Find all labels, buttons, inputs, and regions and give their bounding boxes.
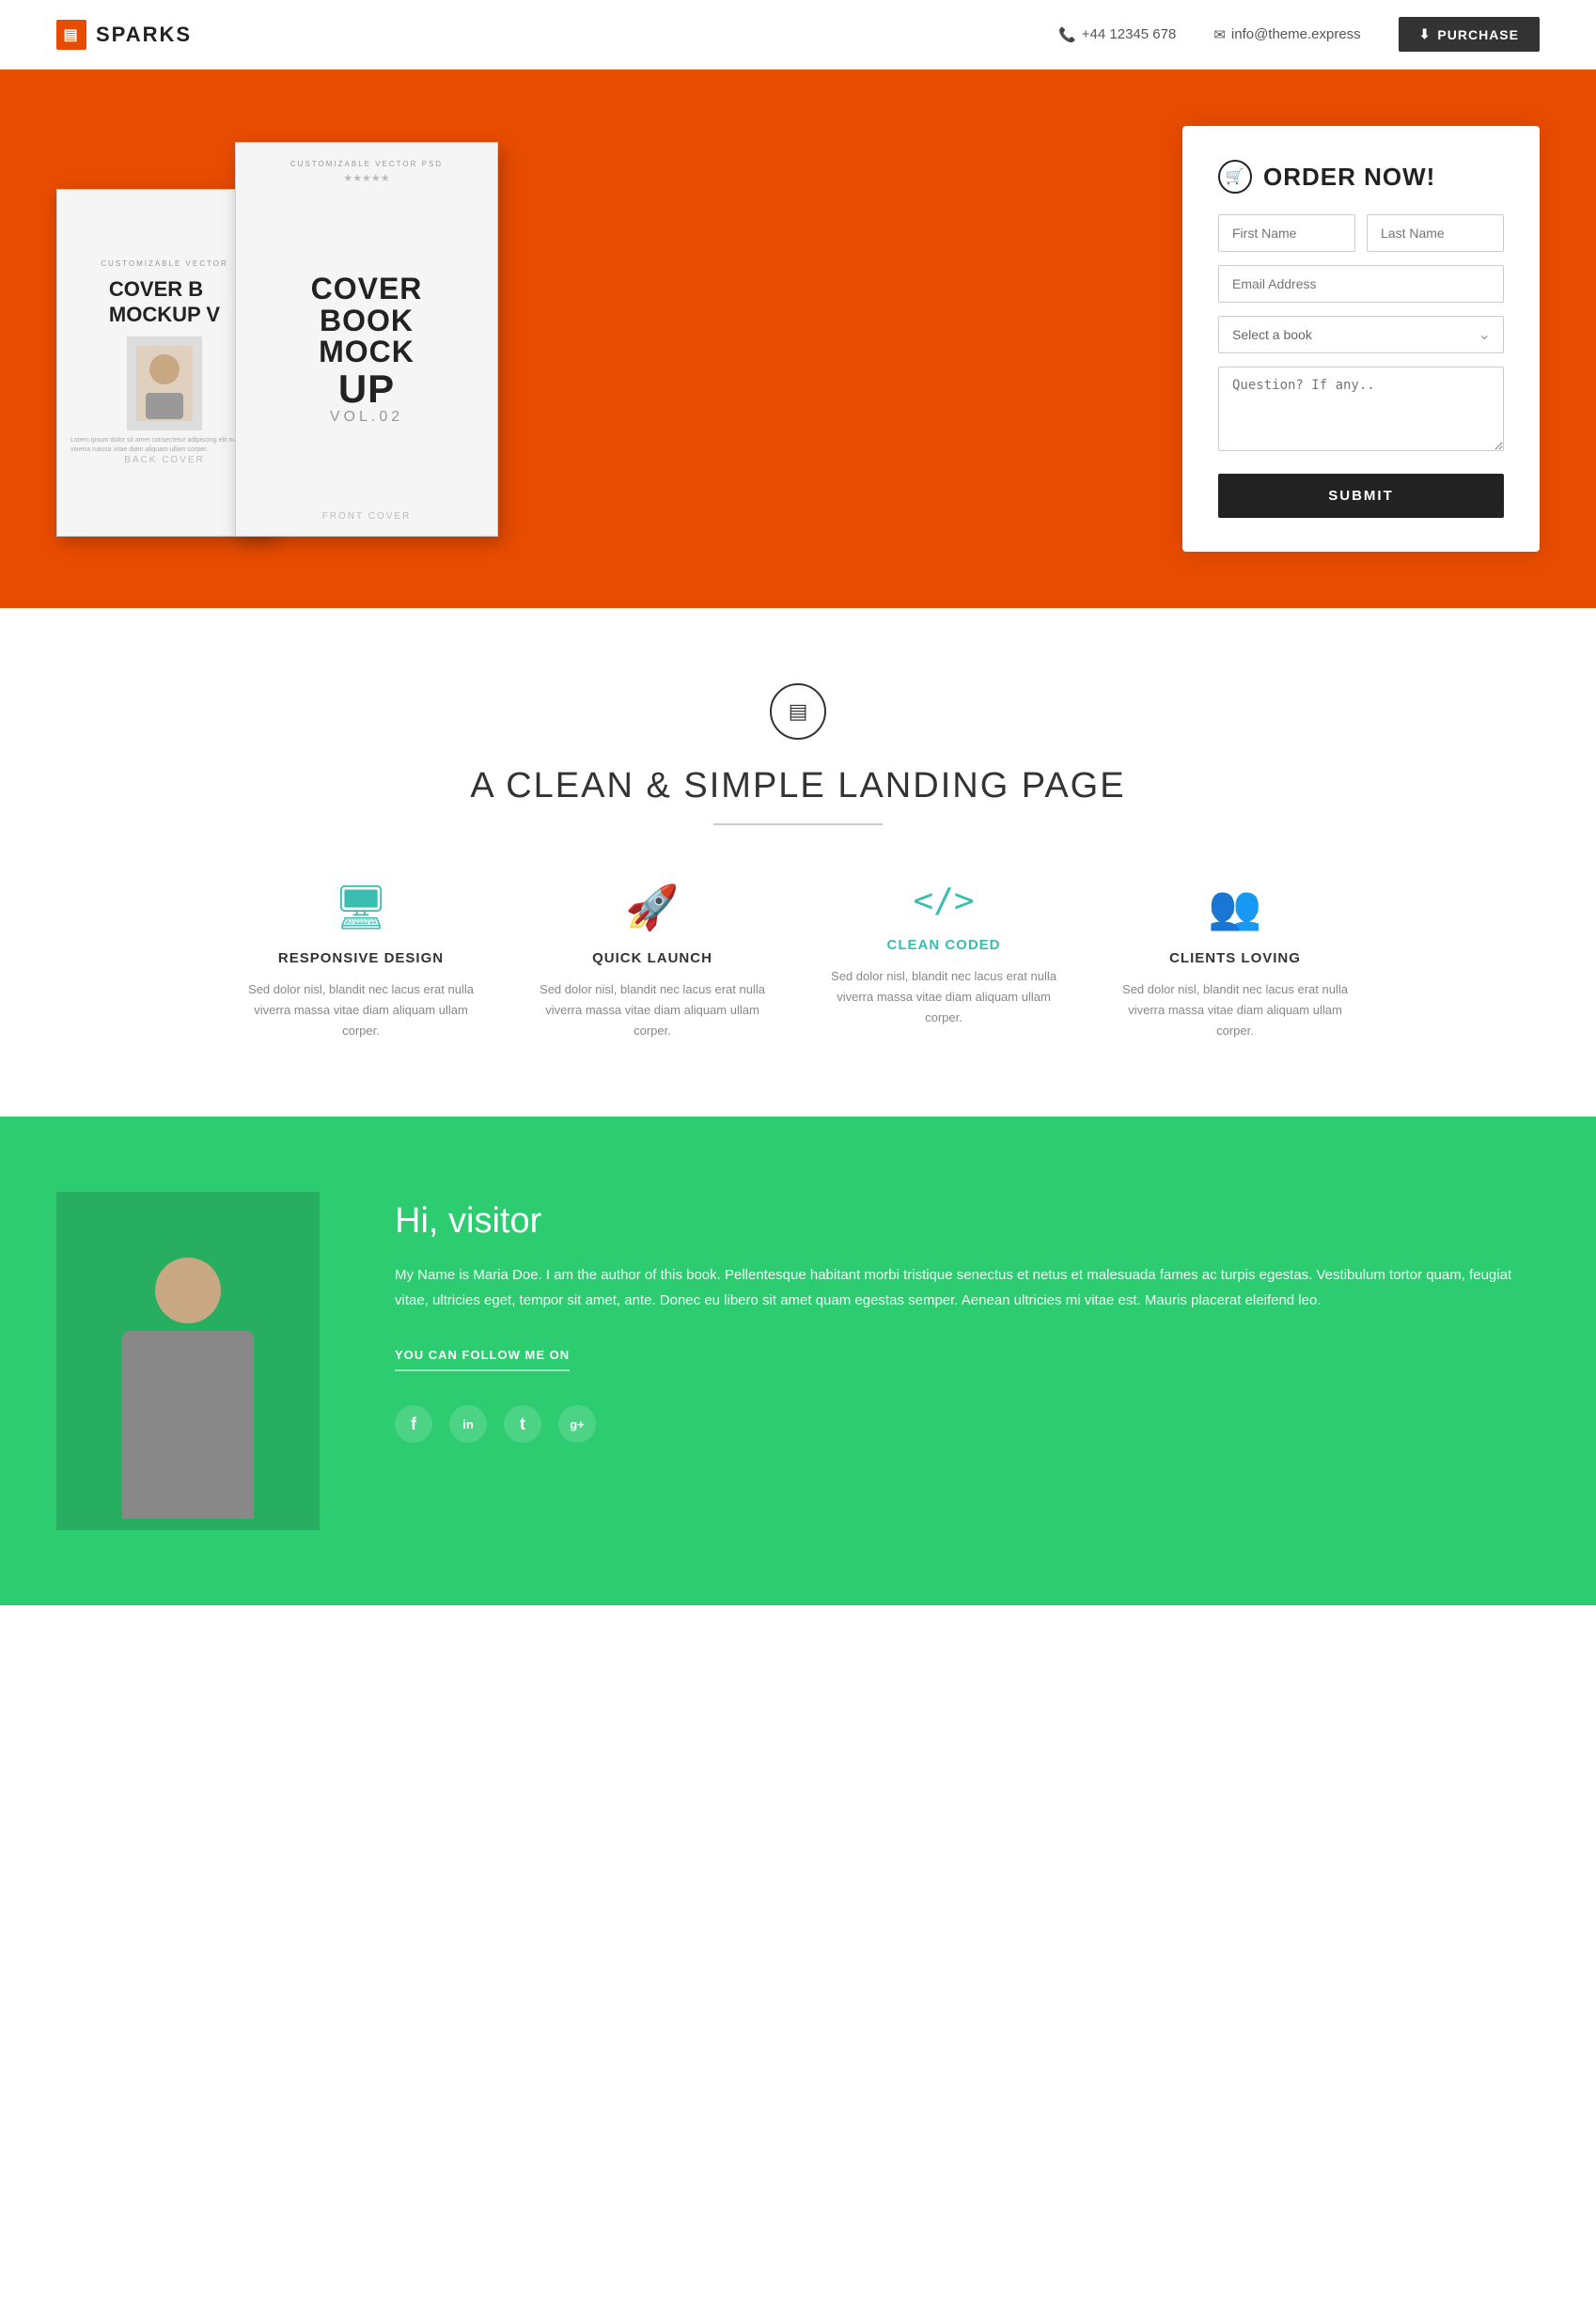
feature-coded: </> CLEAN CODED Sed dolor nisl, blandit … [817, 882, 1071, 1041]
submit-label: SUBMIT [1328, 488, 1394, 504]
book-select-wrapper: Select a book [1218, 316, 1504, 353]
features-heading: A CLEAN & SIMPLE LANDING PAGE [56, 766, 1540, 806]
logo: ▤ SPARKS [56, 20, 192, 50]
follow-section: YOU CAN FOLLOW ME ON f in t g+ [395, 1347, 1540, 1443]
features-top-icon: ▤ [770, 683, 826, 740]
question-textarea[interactable] [1218, 367, 1504, 451]
features-grid: 🖥 RESPONSIVE DESIGN Sed dolor nisl, blan… [234, 882, 1362, 1041]
purchase-label: PURCHASE [1437, 27, 1519, 42]
feature-launch-title: QUICK LAUNCH [535, 950, 770, 966]
email-row [1218, 265, 1504, 303]
feature-launch-desc: Sed dolor nisl, blandit nec lacus erat n… [535, 979, 770, 1041]
book-back-text: Lorem ipsum dolor sit amet consectetur a… [70, 436, 258, 455]
feature-responsive-title: RESPONSIVE DESIGN [243, 950, 478, 966]
facebook-icon[interactable]: f [395, 1405, 432, 1443]
book-back-title: COVER B MOCKUP V [109, 277, 220, 327]
book-front-label: FRONT COVER [322, 511, 412, 522]
header-contact: 📞 +44 12345 678 ✉ info@theme.express ⬇ P… [1058, 17, 1540, 52]
feature-clients-desc: Sed dolor nisl, blandit nec lacus erat n… [1118, 979, 1353, 1041]
book-back-label: BACK COVER [124, 455, 205, 465]
feature-clients: 👥 CLIENTS LOVING Sed dolor nisl, blandit… [1108, 882, 1362, 1041]
hero-section: CUSTOMIZABLE VECTOR COVER B MOCKUP V Lor… [0, 70, 1596, 608]
author-greeting: Hi, visitor [395, 1201, 1540, 1242]
phone-icon: 📞 [1058, 26, 1076, 43]
logo-icon: ▤ [56, 20, 86, 50]
social-icons: f in t g+ [395, 1405, 1540, 1443]
logo-text: SPARKS [96, 23, 192, 47]
email-icon: ✉ [1213, 26, 1226, 43]
purchase-button[interactable]: ⬇ PURCHASE [1399, 17, 1540, 52]
book-star-rating: ★★★★★ [290, 172, 443, 184]
group-icon: 👥 [1118, 882, 1353, 933]
author-body [122, 1331, 254, 1519]
book-front-title: COVER BOOK MOCK UP VOL.02 [311, 274, 423, 426]
feature-responsive-desc: Sed dolor nisl, blandit nec lacus erat n… [243, 979, 478, 1041]
feature-coded-desc: Sed dolor nisl, blandit nec lacus erat n… [826, 966, 1061, 1028]
first-name-input[interactable] [1218, 214, 1355, 252]
author-section: Hi, visitor My Name is Maria Doe. I am t… [0, 1117, 1596, 1605]
author-image [56, 1192, 320, 1530]
form-title: 🛒 ORDER NOW! [1218, 160, 1504, 194]
book-select[interactable]: Select a book [1218, 316, 1504, 353]
email-info: ✉ info@theme.express [1213, 26, 1360, 43]
features-section: ▤ A CLEAN & SIMPLE LANDING PAGE 🖥 RESPON… [0, 608, 1596, 1117]
cart-icon: 🛒 [1218, 160, 1252, 194]
google-plus-icon[interactable]: g+ [558, 1405, 596, 1443]
monitor-icon: 🖥 [243, 882, 478, 933]
features-divider [713, 823, 883, 825]
form-title-text: ORDER NOW! [1263, 163, 1435, 192]
author-bio: My Name is Maria Doe. I am the author of… [395, 1262, 1540, 1313]
question-row [1218, 367, 1504, 451]
order-form: 🛒 ORDER NOW! Select a book SUBMIT [1182, 126, 1540, 552]
code-icon: </> [826, 882, 1061, 920]
book-back-badge: CUSTOMIZABLE VECTOR [101, 259, 228, 268]
book-front-badge: CUSTOMIZABLE VECTOR PSD [290, 160, 443, 168]
feature-launch: 🚀 QUICK LAUNCH Sed dolor nisl, blandit n… [525, 882, 779, 1041]
rocket-icon: 🚀 [535, 882, 770, 933]
name-row [1218, 214, 1504, 252]
book-front-top: CUSTOMIZABLE VECTOR PSD ★★★★★ [290, 160, 443, 188]
feature-responsive: 🖥 RESPONSIVE DESIGN Sed dolor nisl, blan… [234, 882, 488, 1041]
submit-button[interactable]: SUBMIT [1218, 474, 1504, 518]
books-mockup: CUSTOMIZABLE VECTOR COVER B MOCKUP V Lor… [56, 142, 583, 537]
book-select-row: Select a book [1218, 316, 1504, 353]
phone-number: +44 12345 678 [1082, 26, 1177, 42]
purchase-icon: ⬇ [1419, 26, 1432, 42]
book-back-image [127, 336, 202, 430]
email-input[interactable] [1218, 265, 1504, 303]
email-address: info@theme.express [1231, 26, 1361, 42]
book-front: CUSTOMIZABLE VECTOR PSD ★★★★★ COVER BOOK… [235, 142, 498, 537]
author-content: Hi, visitor My Name is Maria Doe. I am t… [395, 1192, 1540, 1443]
follow-label: YOU CAN FOLLOW ME ON [395, 1348, 570, 1371]
phone-info: 📞 +44 12345 678 [1058, 26, 1176, 43]
author-head [155, 1258, 221, 1323]
header: ▤ SPARKS 📞 +44 12345 678 ✉ info@theme.ex… [0, 0, 1596, 70]
author-silhouette [94, 1229, 282, 1530]
feature-clients-title: CLIENTS LOVING [1118, 950, 1353, 966]
last-name-input[interactable] [1367, 214, 1504, 252]
feature-coded-title: CLEAN CODED [826, 937, 1061, 953]
linkedin-icon[interactable]: in [449, 1405, 487, 1443]
twitter-icon[interactable]: t [504, 1405, 541, 1443]
